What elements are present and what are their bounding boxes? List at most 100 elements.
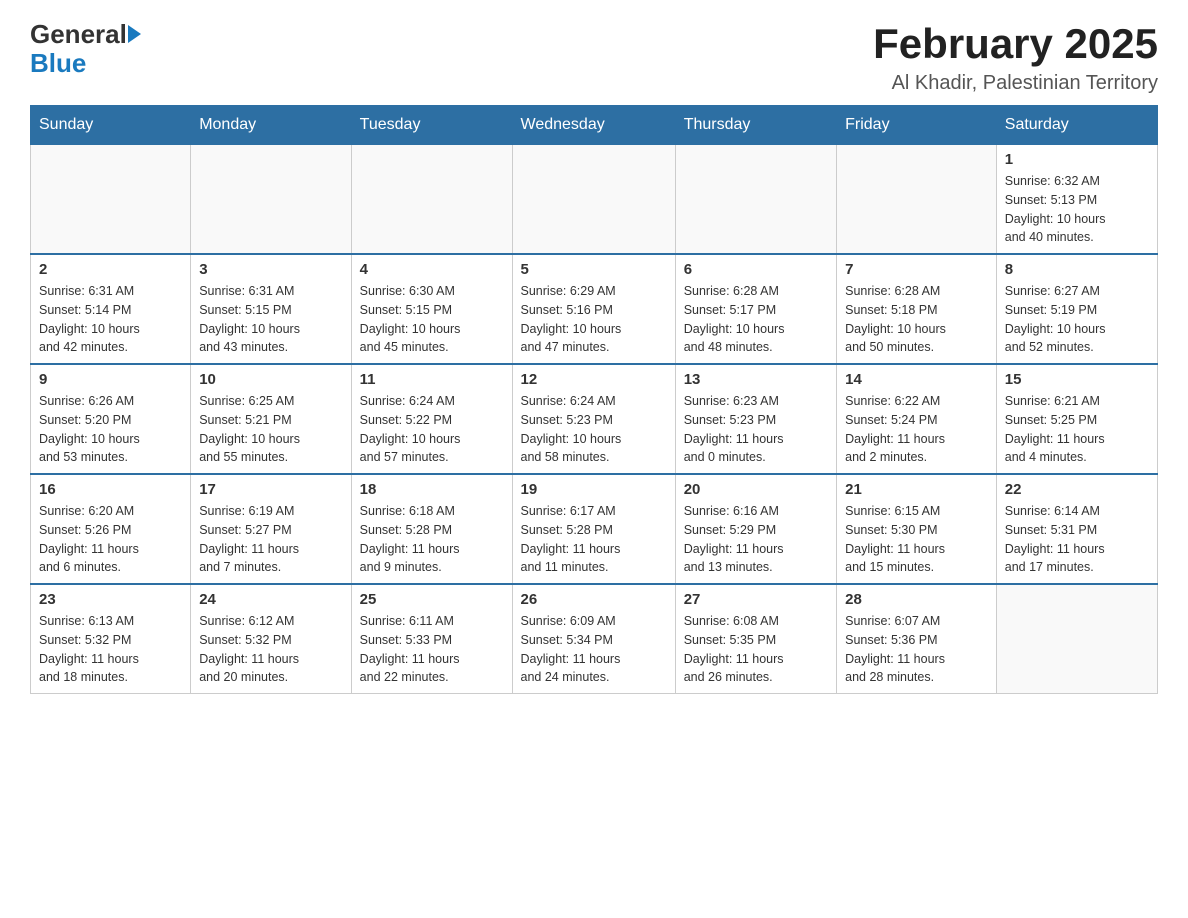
calendar-cell: 14 Sunrise: 6:22 AM Sunset: 5:24 PM Dayli…: [837, 364, 997, 474]
calendar-cell: 23Sunrise: 6:13 AM Sunset: 5:32 PM Dayli…: [31, 584, 191, 694]
calendar-cell: [675, 145, 836, 255]
day-number: 10: [199, 371, 342, 388]
day-info: Sunrise: 6:17 AM Sunset: 5:28 PM Dayligh…: [521, 502, 667, 577]
weekday-header-sunday: Sunday: [31, 106, 191, 145]
day-number: 7: [845, 261, 988, 278]
day-info: Sunrise: 6:22 AM Sunset: 5:24 PM Dayligh…: [845, 392, 988, 467]
calendar-cell: 20 Sunrise: 6:16 AM Sunset: 5:29 PM Dayli…: [675, 474, 836, 584]
day-info: Sunrise: 6:21 AM Sunset: 5:25 PM Dayligh…: [1005, 392, 1149, 467]
calendar-cell: 12 Sunrise: 6:24 AM Sunset: 5:23 PM Dayli…: [512, 364, 675, 474]
day-number: 26: [521, 591, 667, 608]
calendar-cell: 9Sunrise: 6:26 AM Sunset: 5:20 PM Daylig…: [31, 364, 191, 474]
day-number: 4: [360, 261, 504, 278]
calendar-week-row: 2 Sunrise: 6:31 AM Sunset: 5:14 PM Daylig…: [31, 254, 1158, 364]
calendar-cell: 16Sunrise: 6:20 AM Sunset: 5:26 PM Dayli…: [31, 474, 191, 584]
day-number: 1: [1005, 151, 1149, 168]
day-number: 18: [360, 481, 504, 498]
calendar-cell: 1 Sunrise: 6:32 AM Sunset: 5:13 PM Daylig…: [996, 145, 1157, 255]
calendar-cell: [512, 145, 675, 255]
weekday-header-friday: Friday: [837, 106, 997, 145]
calendar-week-row: 23Sunrise: 6:13 AM Sunset: 5:32 PM Dayli…: [31, 584, 1158, 694]
calendar-cell: 27 Sunrise: 6:08 AM Sunset: 5:35 PM Dayli…: [675, 584, 836, 694]
day-number: 11: [360, 371, 504, 388]
day-info: Sunrise: 6:27 AM Sunset: 5:19 PM Dayligh…: [1005, 282, 1149, 357]
calendar-cell: [351, 145, 512, 255]
weekday-header-monday: Monday: [191, 106, 351, 145]
calendar-cell: 13 Sunrise: 6:23 AM Sunset: 5:23 PM Dayli…: [675, 364, 836, 474]
calendar-cell: [31, 145, 191, 255]
day-info: Sunrise: 6:29 AM Sunset: 5:16 PM Dayligh…: [521, 282, 667, 357]
day-number: 23: [39, 591, 182, 608]
day-info: Sunrise: 6:18 AM Sunset: 5:28 PM Dayligh…: [360, 502, 504, 577]
day-number: 25: [360, 591, 504, 608]
calendar-cell: 15 Sunrise: 6:21 AM Sunset: 5:25 PM Dayli…: [996, 364, 1157, 474]
day-info: Sunrise: 6:11 AM Sunset: 5:33 PM Dayligh…: [360, 612, 504, 687]
weekday-header-wednesday: Wednesday: [512, 106, 675, 145]
day-number: 15: [1005, 371, 1149, 388]
day-number: 19: [521, 481, 667, 498]
calendar-cell: 19 Sunrise: 6:17 AM Sunset: 5:28 PM Dayli…: [512, 474, 675, 584]
calendar-cell: 22 Sunrise: 6:14 AM Sunset: 5:31 PM Dayli…: [996, 474, 1157, 584]
calendar-cell: 17Sunrise: 6:19 AM Sunset: 5:27 PM Dayli…: [191, 474, 351, 584]
calendar-cell: 4Sunrise: 6:30 AM Sunset: 5:15 PM Daylig…: [351, 254, 512, 364]
calendar-cell: 2 Sunrise: 6:31 AM Sunset: 5:14 PM Daylig…: [31, 254, 191, 364]
logo: General Blue: [30, 20, 141, 77]
calendar-cell: 7 Sunrise: 6:28 AM Sunset: 5:18 PM Daylig…: [837, 254, 997, 364]
day-number: 2: [39, 261, 182, 278]
day-number: 27: [684, 591, 828, 608]
day-number: 12: [521, 371, 667, 388]
day-info: Sunrise: 6:20 AM Sunset: 5:26 PM Dayligh…: [39, 502, 182, 577]
day-number: 20: [684, 481, 828, 498]
day-info: Sunrise: 6:14 AM Sunset: 5:31 PM Dayligh…: [1005, 502, 1149, 577]
day-number: 13: [684, 371, 828, 388]
calendar-cell: 5 Sunrise: 6:29 AM Sunset: 5:16 PM Daylig…: [512, 254, 675, 364]
weekday-header-row: SundayMondayTuesdayWednesdayThursdayFrid…: [31, 106, 1158, 145]
logo-blue-text: Blue: [30, 48, 86, 78]
title-block: February 2025 Al Khadir, Palestinian Ter…: [873, 20, 1158, 95]
calendar-cell: 21Sunrise: 6:15 AM Sunset: 5:30 PM Dayli…: [837, 474, 997, 584]
day-info: Sunrise: 6:16 AM Sunset: 5:29 PM Dayligh…: [684, 502, 828, 577]
day-number: 22: [1005, 481, 1149, 498]
calendar-cell: 8 Sunrise: 6:27 AM Sunset: 5:19 PM Daylig…: [996, 254, 1157, 364]
day-info: Sunrise: 6:07 AM Sunset: 5:36 PM Dayligh…: [845, 612, 988, 687]
main-title: February 2025: [873, 20, 1158, 68]
calendar-cell: 11 Sunrise: 6:24 AM Sunset: 5:22 PM Dayli…: [351, 364, 512, 474]
calendar-cell: 6 Sunrise: 6:28 AM Sunset: 5:17 PM Daylig…: [675, 254, 836, 364]
calendar-cell: 18 Sunrise: 6:18 AM Sunset: 5:28 PM Dayli…: [351, 474, 512, 584]
day-number: 3: [199, 261, 342, 278]
day-info: Sunrise: 6:26 AM Sunset: 5:20 PM Dayligh…: [39, 392, 182, 467]
page-header: General Blue February 2025 Al Khadir, Pa…: [30, 20, 1158, 95]
calendar-cell: [837, 145, 997, 255]
day-info: Sunrise: 6:31 AM Sunset: 5:14 PM Dayligh…: [39, 282, 182, 357]
calendar-week-row: 9Sunrise: 6:26 AM Sunset: 5:20 PM Daylig…: [31, 364, 1158, 474]
day-number: 14: [845, 371, 988, 388]
calendar-cell: [191, 145, 351, 255]
day-number: 24: [199, 591, 342, 608]
logo-general-text: General: [30, 20, 127, 49]
weekday-header-thursday: Thursday: [675, 106, 836, 145]
weekday-header-saturday: Saturday: [996, 106, 1157, 145]
day-number: 8: [1005, 261, 1149, 278]
calendar-table: SundayMondayTuesdayWednesdayThursdayFrid…: [30, 105, 1158, 694]
calendar-cell: 10 Sunrise: 6:25 AM Sunset: 5:21 PM Dayli…: [191, 364, 351, 474]
day-info: Sunrise: 6:24 AM Sunset: 5:23 PM Dayligh…: [521, 392, 667, 467]
day-info: Sunrise: 6:28 AM Sunset: 5:18 PM Dayligh…: [845, 282, 988, 357]
day-info: Sunrise: 6:32 AM Sunset: 5:13 PM Dayligh…: [1005, 172, 1149, 247]
day-info: Sunrise: 6:25 AM Sunset: 5:21 PM Dayligh…: [199, 392, 342, 467]
day-number: 6: [684, 261, 828, 278]
subtitle: Al Khadir, Palestinian Territory: [873, 72, 1158, 95]
calendar-cell: [996, 584, 1157, 694]
logo-arrow-icon: [128, 25, 141, 43]
day-number: 5: [521, 261, 667, 278]
day-info: Sunrise: 6:28 AM Sunset: 5:17 PM Dayligh…: [684, 282, 828, 357]
calendar-week-row: 16Sunrise: 6:20 AM Sunset: 5:26 PM Dayli…: [31, 474, 1158, 584]
day-info: Sunrise: 6:15 AM Sunset: 5:30 PM Dayligh…: [845, 502, 988, 577]
calendar-week-row: 1 Sunrise: 6:32 AM Sunset: 5:13 PM Daylig…: [31, 145, 1158, 255]
calendar-cell: 26Sunrise: 6:09 AM Sunset: 5:34 PM Dayli…: [512, 584, 675, 694]
day-info: Sunrise: 6:08 AM Sunset: 5:35 PM Dayligh…: [684, 612, 828, 687]
day-info: Sunrise: 6:24 AM Sunset: 5:22 PM Dayligh…: [360, 392, 504, 467]
day-info: Sunrise: 6:31 AM Sunset: 5:15 PM Dayligh…: [199, 282, 342, 357]
day-info: Sunrise: 6:23 AM Sunset: 5:23 PM Dayligh…: [684, 392, 828, 467]
calendar-cell: 28Sunrise: 6:07 AM Sunset: 5:36 PM Dayli…: [837, 584, 997, 694]
day-info: Sunrise: 6:19 AM Sunset: 5:27 PM Dayligh…: [199, 502, 342, 577]
